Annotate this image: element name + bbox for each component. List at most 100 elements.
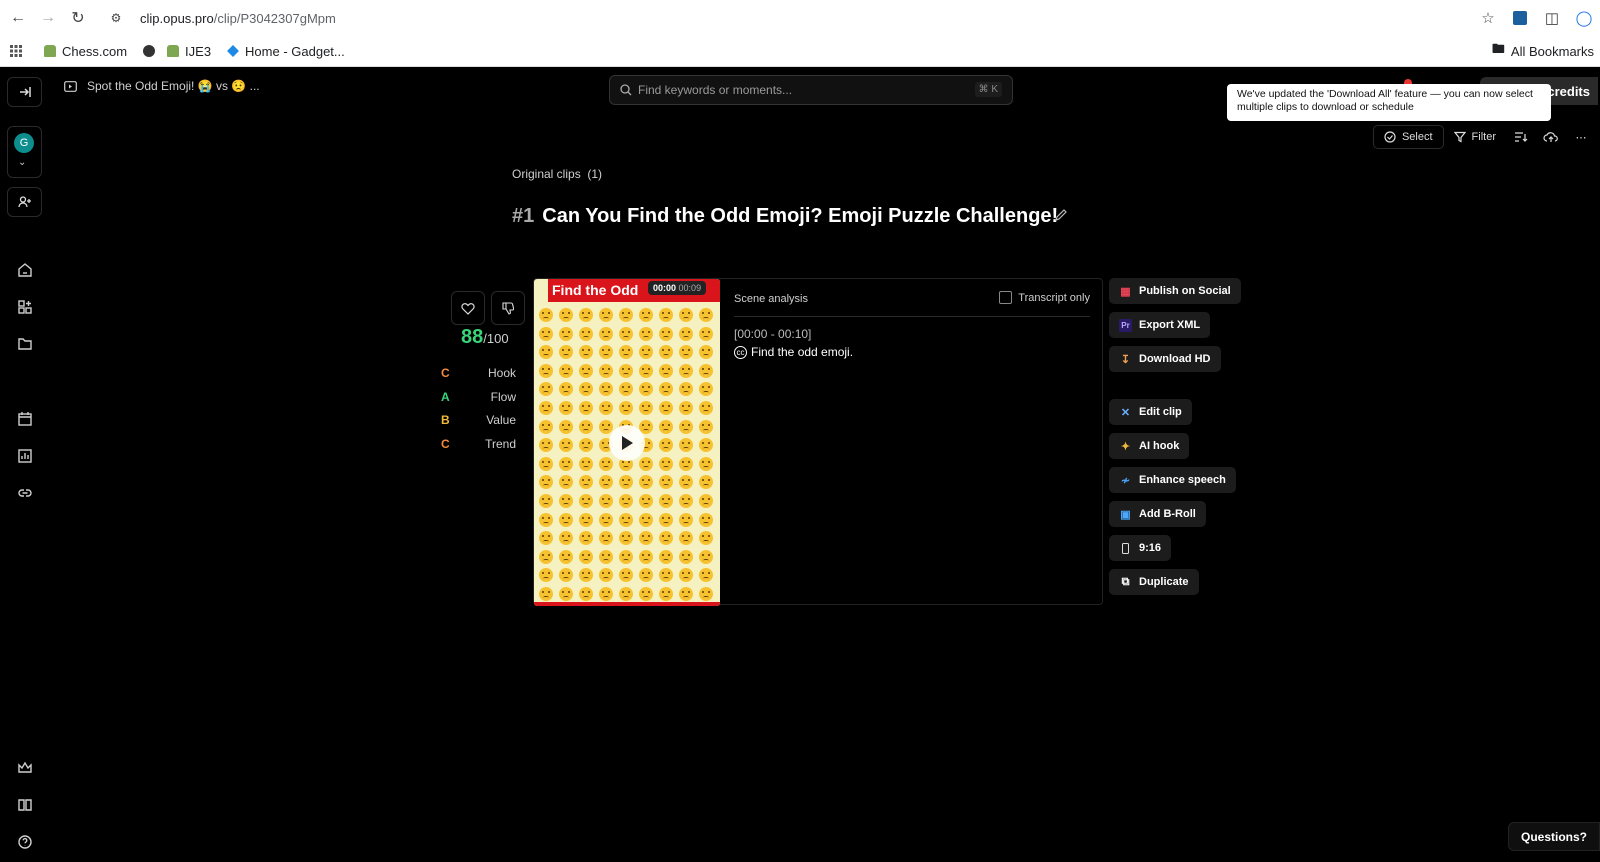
emoji-icon xyxy=(639,363,653,378)
aspect-ratio-button[interactable]: 9:16 xyxy=(1109,535,1172,561)
emoji-icon xyxy=(699,419,713,434)
play-icon xyxy=(622,436,633,450)
site-info-icon[interactable]: ⚙ xyxy=(104,6,128,30)
emoji-icon xyxy=(599,586,613,601)
download-hd-button[interactable]: ↧ Download HD xyxy=(1109,346,1221,372)
add-b-roll-button[interactable]: ▣ Add B-Roll xyxy=(1109,501,1206,527)
emoji-icon xyxy=(559,549,573,564)
clip-toolbar: Select Filter ⋯ xyxy=(1372,125,1600,149)
apps-icon[interactable] xyxy=(10,45,22,57)
all-bookmarks[interactable]: 🖿 All Bookmarks xyxy=(1492,36,1600,66)
emoji-icon xyxy=(619,363,633,378)
emoji-icon xyxy=(639,493,653,508)
export-xml-label: Export XML xyxy=(1139,319,1201,331)
play-button[interactable] xyxy=(609,425,645,461)
like-button[interactable] xyxy=(451,291,485,325)
emoji-icon xyxy=(639,308,653,322)
emoji-icon xyxy=(539,568,553,583)
gem-icon xyxy=(227,45,239,57)
progress-bar[interactable] xyxy=(534,602,720,606)
transcript-only-toggle[interactable]: Transcript only xyxy=(999,291,1090,304)
edit-clip-button[interactable]: ✕ Edit clip xyxy=(1109,399,1192,425)
emoji-icon xyxy=(659,382,673,397)
divider xyxy=(734,316,1090,317)
star-icon[interactable]: ☆ xyxy=(1472,0,1504,36)
forward-icon[interactable]: → xyxy=(36,6,60,30)
link-icon[interactable] xyxy=(13,481,37,505)
emoji-icon xyxy=(619,308,633,322)
transcript-only-checkbox[interactable] xyxy=(999,291,1013,304)
emoji-icon xyxy=(659,549,673,564)
address-bar[interactable]: clip.opus.pro/clip/P3042307gMpm xyxy=(140,11,336,26)
emoji-icon xyxy=(559,345,573,360)
home-icon[interactable] xyxy=(13,258,37,282)
analytics-icon[interactable] xyxy=(13,444,37,468)
dislike-button[interactable] xyxy=(491,291,525,325)
section-count: (1) xyxy=(587,167,603,181)
search-input[interactable] xyxy=(638,83,958,97)
edit-title-icon[interactable] xyxy=(1054,208,1068,227)
profile-icon[interactable]: ◯ xyxy=(1568,0,1600,36)
sidebar: G ⌄ xyxy=(0,67,50,862)
emoji-icon xyxy=(579,326,593,341)
calendar-icon[interactable] xyxy=(13,407,37,431)
more-icon[interactable]: ⋯ xyxy=(1566,125,1596,149)
select-button[interactable]: Select xyxy=(1372,125,1444,149)
expand-icon xyxy=(19,87,31,97)
enhance-speech-button[interactable]: ≁ Enhance speech xyxy=(1109,467,1236,493)
video-player[interactable]: Find the Odd 00:00 00:09 xyxy=(534,279,720,606)
upload-cloud-icon[interactable] xyxy=(1536,125,1566,149)
project-title[interactable]: Spot the Odd Emoji! 😭 vs 😟 ... xyxy=(64,79,260,93)
bookmark-ije3[interactable]: IJE3 xyxy=(167,44,211,59)
folder-icon[interactable] xyxy=(13,332,37,356)
extension-app-icon[interactable] xyxy=(1504,0,1536,36)
emoji-icon xyxy=(579,308,593,322)
bookmark-gadget[interactable]: Home - Gadget... xyxy=(227,44,345,59)
grade-row: A Flow xyxy=(441,390,516,404)
crown-icon[interactable] xyxy=(13,756,37,780)
emoji-icon xyxy=(679,493,693,508)
emoji-icon xyxy=(659,363,673,378)
ai-hook-button[interactable]: ✦ AI hook xyxy=(1109,433,1190,459)
publish-on-social-button[interactable]: ▦ Publish on Social xyxy=(1109,278,1241,304)
collapse-sidebar-button[interactable] xyxy=(7,77,42,107)
emoji-icon xyxy=(619,512,633,527)
url-path: /clip/P3042307gMpm xyxy=(213,10,336,26)
emoji-icon xyxy=(699,493,713,508)
emoji-icon xyxy=(559,419,573,434)
phone-icon xyxy=(1119,542,1132,555)
chevron-down-icon: ⌄ xyxy=(18,157,27,168)
emoji-icon xyxy=(539,308,553,322)
filter-button[interactable]: Filter xyxy=(1444,125,1506,149)
emoji-icon xyxy=(659,493,673,508)
emoji-icon xyxy=(699,400,713,415)
export-xml-button[interactable]: Pr Export XML xyxy=(1109,312,1211,338)
all-bookmarks-label: All Bookmarks xyxy=(1510,43,1594,59)
emoji-icon xyxy=(679,568,693,583)
scene-caption: cc Find the odd emoji. xyxy=(734,345,853,359)
workspace-switcher[interactable]: G ⌄ xyxy=(7,126,42,178)
duplicate-button[interactable]: ⧉ Duplicate xyxy=(1109,569,1199,595)
sort-icon[interactable] xyxy=(1506,125,1536,149)
search-bar[interactable]: ⌘ K xyxy=(609,75,1013,105)
apps-grid-icon[interactable] xyxy=(13,295,37,319)
emoji-icon xyxy=(539,345,553,360)
questions-button[interactable]: Questions? xyxy=(1508,822,1600,851)
emoji-icon xyxy=(539,363,553,378)
emoji-icon xyxy=(559,512,573,527)
back-icon[interactable]: ← xyxy=(6,6,30,30)
book-icon[interactable] xyxy=(13,793,37,817)
clip-title: #1 Can You Find the Odd Emoji? Emoji Puz… xyxy=(512,203,1072,230)
pawn-icon xyxy=(167,45,180,57)
help-icon[interactable] xyxy=(13,830,37,854)
add-user-button[interactable] xyxy=(7,187,42,217)
extensions-icon[interactable]: ◫ xyxy=(1536,0,1568,36)
bookmark-globe[interactable] xyxy=(143,45,156,57)
grade-name: Hook xyxy=(487,366,516,380)
premiere-icon: Pr xyxy=(1119,318,1132,332)
emoji-icon xyxy=(599,549,613,564)
download-icon: ↧ xyxy=(1120,353,1131,366)
reload-icon[interactable]: ↻ xyxy=(66,6,90,30)
grade-letter: A xyxy=(441,389,450,404)
bookmark-chess[interactable]: Chess.com xyxy=(44,44,127,59)
